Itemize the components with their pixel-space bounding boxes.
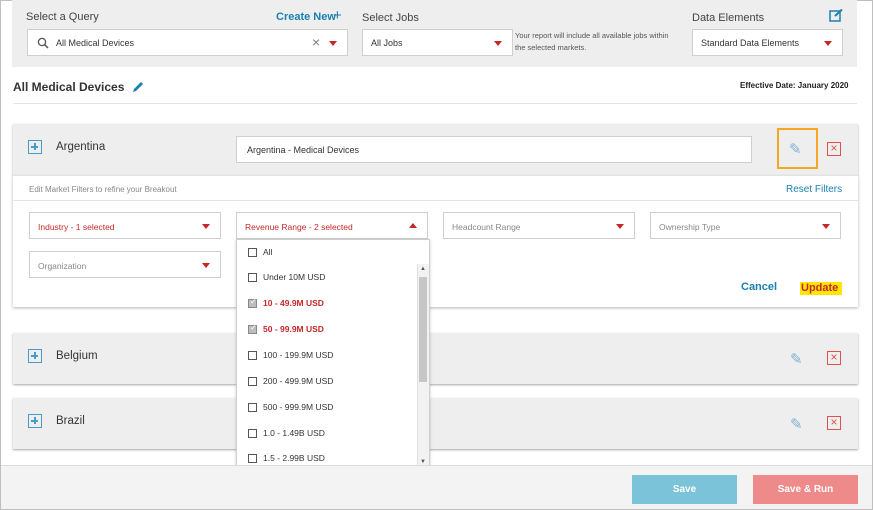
jobs-value: All Jobs — [371, 38, 403, 48]
breakout-name-input[interactable]: Argentina - Medical Devices — [236, 136, 752, 163]
data-elements-value: Standard Data Elements — [701, 38, 800, 48]
organization-select[interactable]: Organization — [29, 251, 221, 278]
revenue-range-dropdown: All Under 10M USD 10 - 49.9M USD 50 - 99… — [236, 239, 430, 466]
delete-icon[interactable]: × — [827, 142, 841, 156]
chevron-down-icon[interactable] — [202, 224, 210, 229]
market-card-belgium — [13, 333, 858, 384]
expand-icon[interactable] — [28, 140, 42, 154]
chevron-down-icon[interactable] — [329, 41, 337, 46]
option-label: 50 - 99.9M USD — [263, 324, 324, 334]
jobs-note: Your report will include all available j… — [515, 31, 669, 52]
query-value: All Medical Devices — [56, 38, 135, 48]
edit-title-icon[interactable] — [131, 80, 145, 94]
industry-value: Industry - 1 selected — [38, 222, 115, 232]
pencil-icon[interactable]: ✎ — [789, 140, 802, 158]
effective-date: Effective Date: January 2020 — [740, 81, 849, 90]
chevron-down-icon[interactable] — [494, 41, 502, 46]
expand-icon[interactable] — [28, 349, 42, 363]
divider — [13, 200, 858, 201]
option-label: 10 - 49.9M USD — [263, 298, 324, 308]
headcount-range-value: Headcount Range — [452, 222, 521, 232]
search-icon — [37, 37, 49, 49]
save-and-run-button[interactable]: Save & Run — [753, 475, 858, 504]
update-button[interactable]: Update — [800, 282, 843, 295]
data-elements-label: Data Elements — [692, 12, 765, 24]
revenue-range-select[interactable]: Revenue Range - 2 selected — [236, 212, 428, 239]
clear-icon[interactable]: × — [312, 34, 320, 50]
footer-bar — [1, 465, 872, 509]
cancel-button[interactable]: Cancel — [741, 281, 777, 293]
query-select[interactable]: All Medical Devices × — [27, 29, 348, 56]
chevron-up-icon[interactable] — [409, 223, 417, 228]
market-name: Brazil — [56, 415, 85, 427]
checkbox[interactable] — [248, 248, 257, 257]
organization-value: Organization — [38, 261, 87, 271]
page-title: All Medical Devices — [13, 80, 125, 94]
checkbox[interactable] — [248, 297, 257, 308]
select-jobs-label: Select Jobs — [362, 12, 419, 24]
option-label: 1.5 - 2.99B USD — [263, 453, 325, 463]
scroll-up-icon[interactable]: ▲ — [420, 266, 426, 272]
revenue-range-value: Revenue Range - 2 selected — [245, 222, 353, 232]
chevron-down-icon[interactable] — [822, 224, 830, 229]
jobs-select[interactable]: All Jobs — [362, 29, 513, 56]
chevron-down-icon[interactable] — [202, 263, 210, 268]
option-label: 500 - 999.9M USD — [263, 402, 334, 412]
filter-hint: Edit Market Filters to refine your Break… — [29, 185, 177, 194]
delete-icon[interactable]: × — [827, 351, 841, 365]
filter-panel — [13, 176, 858, 307]
chevron-down-icon[interactable] — [616, 224, 624, 229]
headcount-range-select[interactable]: Headcount Range — [443, 212, 635, 239]
select-query-label: Select a Query — [26, 11, 99, 23]
option-label: 200 - 499.9M USD — [263, 376, 334, 386]
market-name: Belgium — [56, 350, 98, 362]
checkbox[interactable] — [248, 403, 257, 412]
option-label: All — [263, 247, 273, 257]
breakout-name-value: Argentina - Medical Devices — [247, 145, 360, 155]
expand-icon[interactable] — [28, 414, 42, 428]
scrollbar-thumb[interactable] — [419, 277, 427, 382]
divider — [13, 103, 857, 104]
plus-icon[interactable]: + — [333, 7, 342, 24]
delete-icon[interactable]: × — [827, 416, 841, 430]
checkbox[interactable] — [248, 429, 257, 438]
data-elements-select[interactable]: Standard Data Elements — [692, 29, 843, 56]
industry-select[interactable]: Industry - 1 selected — [29, 212, 221, 239]
checkbox[interactable] — [248, 351, 257, 360]
pencil-icon[interactable]: ✎ — [790, 350, 803, 368]
ownership-type-select[interactable]: Ownership Type — [650, 212, 841, 239]
chevron-down-icon[interactable] — [824, 41, 832, 46]
market-name: Argentina — [56, 141, 106, 153]
option-label: 100 - 199.9M USD — [263, 350, 334, 360]
checkbox[interactable] — [248, 323, 257, 334]
save-button[interactable]: Save — [632, 475, 737, 504]
create-new-link[interactable]: Create New — [276, 11, 336, 23]
checkbox[interactable] — [248, 377, 257, 386]
checkbox[interactable] — [248, 454, 257, 463]
pencil-icon[interactable]: ✎ — [790, 415, 803, 433]
market-card-brazil — [13, 398, 858, 449]
checkbox[interactable] — [248, 273, 257, 282]
ownership-type-value: Ownership Type — [659, 222, 721, 232]
option-label: 1.0 - 1.49B USD — [263, 428, 325, 438]
edit-data-elements-icon[interactable] — [829, 9, 843, 22]
option-label: Under 10M USD — [263, 272, 326, 282]
reset-filters-link[interactable]: Reset Filters — [786, 184, 842, 195]
